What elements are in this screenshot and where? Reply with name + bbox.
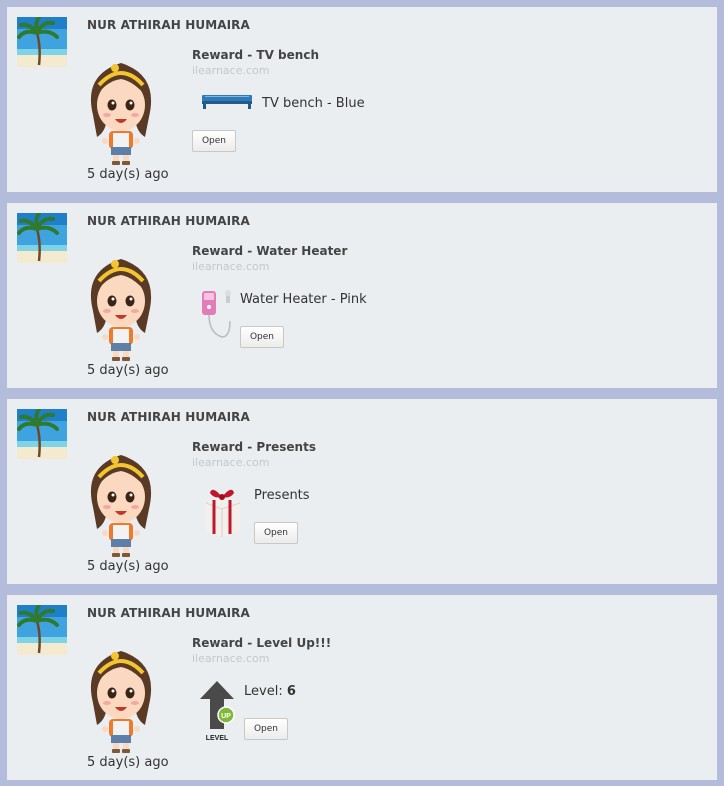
user-name[interactable]: NUR ATHIRAH HUMAIRA bbox=[87, 410, 250, 424]
reward-site: ilearnace.com bbox=[192, 652, 270, 665]
level-label-prefix: Level: bbox=[244, 684, 283, 699]
reward-title: Reward - TV bench bbox=[192, 48, 319, 62]
feed-item: NUR ATHIRAH HUMAIRA 5 day(s) ago Reward … bbox=[7, 399, 717, 584]
feed-item: NUR ATHIRAH HUMAIRA 5 day(s) ago Reward … bbox=[7, 7, 717, 192]
open-button[interactable]: Open bbox=[254, 522, 298, 544]
girl-character-icon bbox=[83, 643, 159, 753]
item-label: Presents bbox=[254, 488, 310, 503]
gift-box-icon bbox=[200, 485, 244, 541]
time-ago: 5 day(s) ago bbox=[87, 167, 169, 182]
time-ago: 5 day(s) ago bbox=[87, 559, 169, 574]
reward-title: Reward - Presents bbox=[192, 440, 316, 454]
reward-site: ilearnace.com bbox=[192, 64, 270, 77]
beach-avatar[interactable] bbox=[17, 409, 67, 459]
time-ago: 5 day(s) ago bbox=[87, 755, 169, 770]
level-label: Level: 6 bbox=[244, 684, 296, 699]
item-label: Water Heater - Pink bbox=[240, 292, 367, 307]
feed-item: NUR ATHIRAH HUMAIRA 5 day(s) ago Reward … bbox=[7, 595, 717, 780]
level-value: 6 bbox=[286, 684, 296, 699]
time-ago: 5 day(s) ago bbox=[87, 363, 169, 378]
open-button[interactable]: Open bbox=[240, 326, 284, 348]
tv-bench-icon bbox=[201, 92, 253, 114]
feed-item: NUR ATHIRAH HUMAIRA 5 day(s) ago Reward … bbox=[7, 203, 717, 388]
open-button[interactable]: Open bbox=[244, 718, 288, 740]
reward-title: Reward - Level Up!!! bbox=[192, 636, 332, 650]
beach-avatar[interactable] bbox=[17, 17, 67, 67]
girl-character-icon bbox=[83, 447, 159, 557]
item-label: TV bench - Blue bbox=[262, 96, 365, 111]
reward-site: ilearnace.com bbox=[192, 260, 270, 273]
open-button[interactable]: Open bbox=[192, 130, 236, 152]
girl-character-icon bbox=[83, 251, 159, 361]
user-name[interactable]: NUR ATHIRAH HUMAIRA bbox=[87, 18, 250, 32]
user-name[interactable]: NUR ATHIRAH HUMAIRA bbox=[87, 606, 250, 620]
user-name[interactable]: NUR ATHIRAH HUMAIRA bbox=[87, 214, 250, 228]
reward-site: ilearnace.com bbox=[192, 456, 270, 469]
level-badge-text: UP bbox=[221, 713, 231, 720]
beach-avatar[interactable] bbox=[17, 605, 67, 655]
level-caption-text: LEVEL bbox=[206, 735, 229, 742]
level-up-icon: UP LEVEL bbox=[200, 681, 240, 749]
reward-title: Reward - Water Heater bbox=[192, 244, 348, 258]
beach-avatar[interactable] bbox=[17, 213, 67, 263]
water-heater-icon bbox=[200, 287, 236, 347]
girl-character-icon bbox=[83, 55, 159, 165]
